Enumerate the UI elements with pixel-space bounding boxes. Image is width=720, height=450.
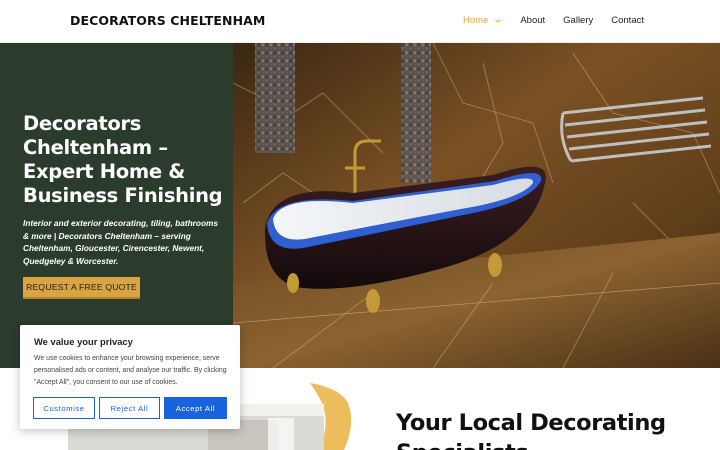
- cookie-title: We value your privacy: [34, 336, 133, 347]
- cookie-consent-banner: We value your privacy We use cookies to …: [20, 325, 240, 429]
- nav-item-label: Contact: [611, 15, 644, 26]
- hero-panel: Decorators Cheltenham – Expert Home & Bu…: [0, 43, 233, 368]
- nav-item-label: Home: [462, 15, 489, 26]
- hero-bathroom-image: [233, 43, 720, 368]
- accept-all-button[interactable]: Accept All: [164, 397, 227, 419]
- hero-subtitle: Interior and exterior decorating, tiling…: [23, 218, 219, 266]
- nav-item-label: Gallery: [563, 15, 594, 26]
- cookie-description: We use cookies to enhance your browsing …: [34, 355, 227, 386]
- hero-title: Decorators Cheltenham – Expert Home & Bu…: [23, 112, 223, 207]
- main-nav: Home About Gallery Contact: [463, 15, 644, 26]
- site-header: DECORATORS CHELTENHAM Home About Gallery…: [0, 0, 720, 43]
- request-quote-button[interactable]: REQUEST A FREE QUOTE: [23, 277, 140, 299]
- section-heading: Your Local Decorating Specialists: [396, 410, 666, 450]
- site-logo[interactable]: DECORATORS CHELTENHAM: [70, 13, 265, 28]
- chevron-down-icon[interactable]: [494, 17, 502, 25]
- reject-all-button[interactable]: Reject All: [99, 397, 160, 419]
- nav-item-gallery[interactable]: Gallery: [563, 15, 593, 26]
- nav-item-home[interactable]: Home: [463, 15, 502, 26]
- customise-button[interactable]: Customise: [33, 397, 95, 419]
- nav-item-contact[interactable]: Contact: [611, 15, 644, 26]
- nav-item-about[interactable]: About: [520, 15, 545, 26]
- nav-item-label: About: [520, 15, 546, 26]
